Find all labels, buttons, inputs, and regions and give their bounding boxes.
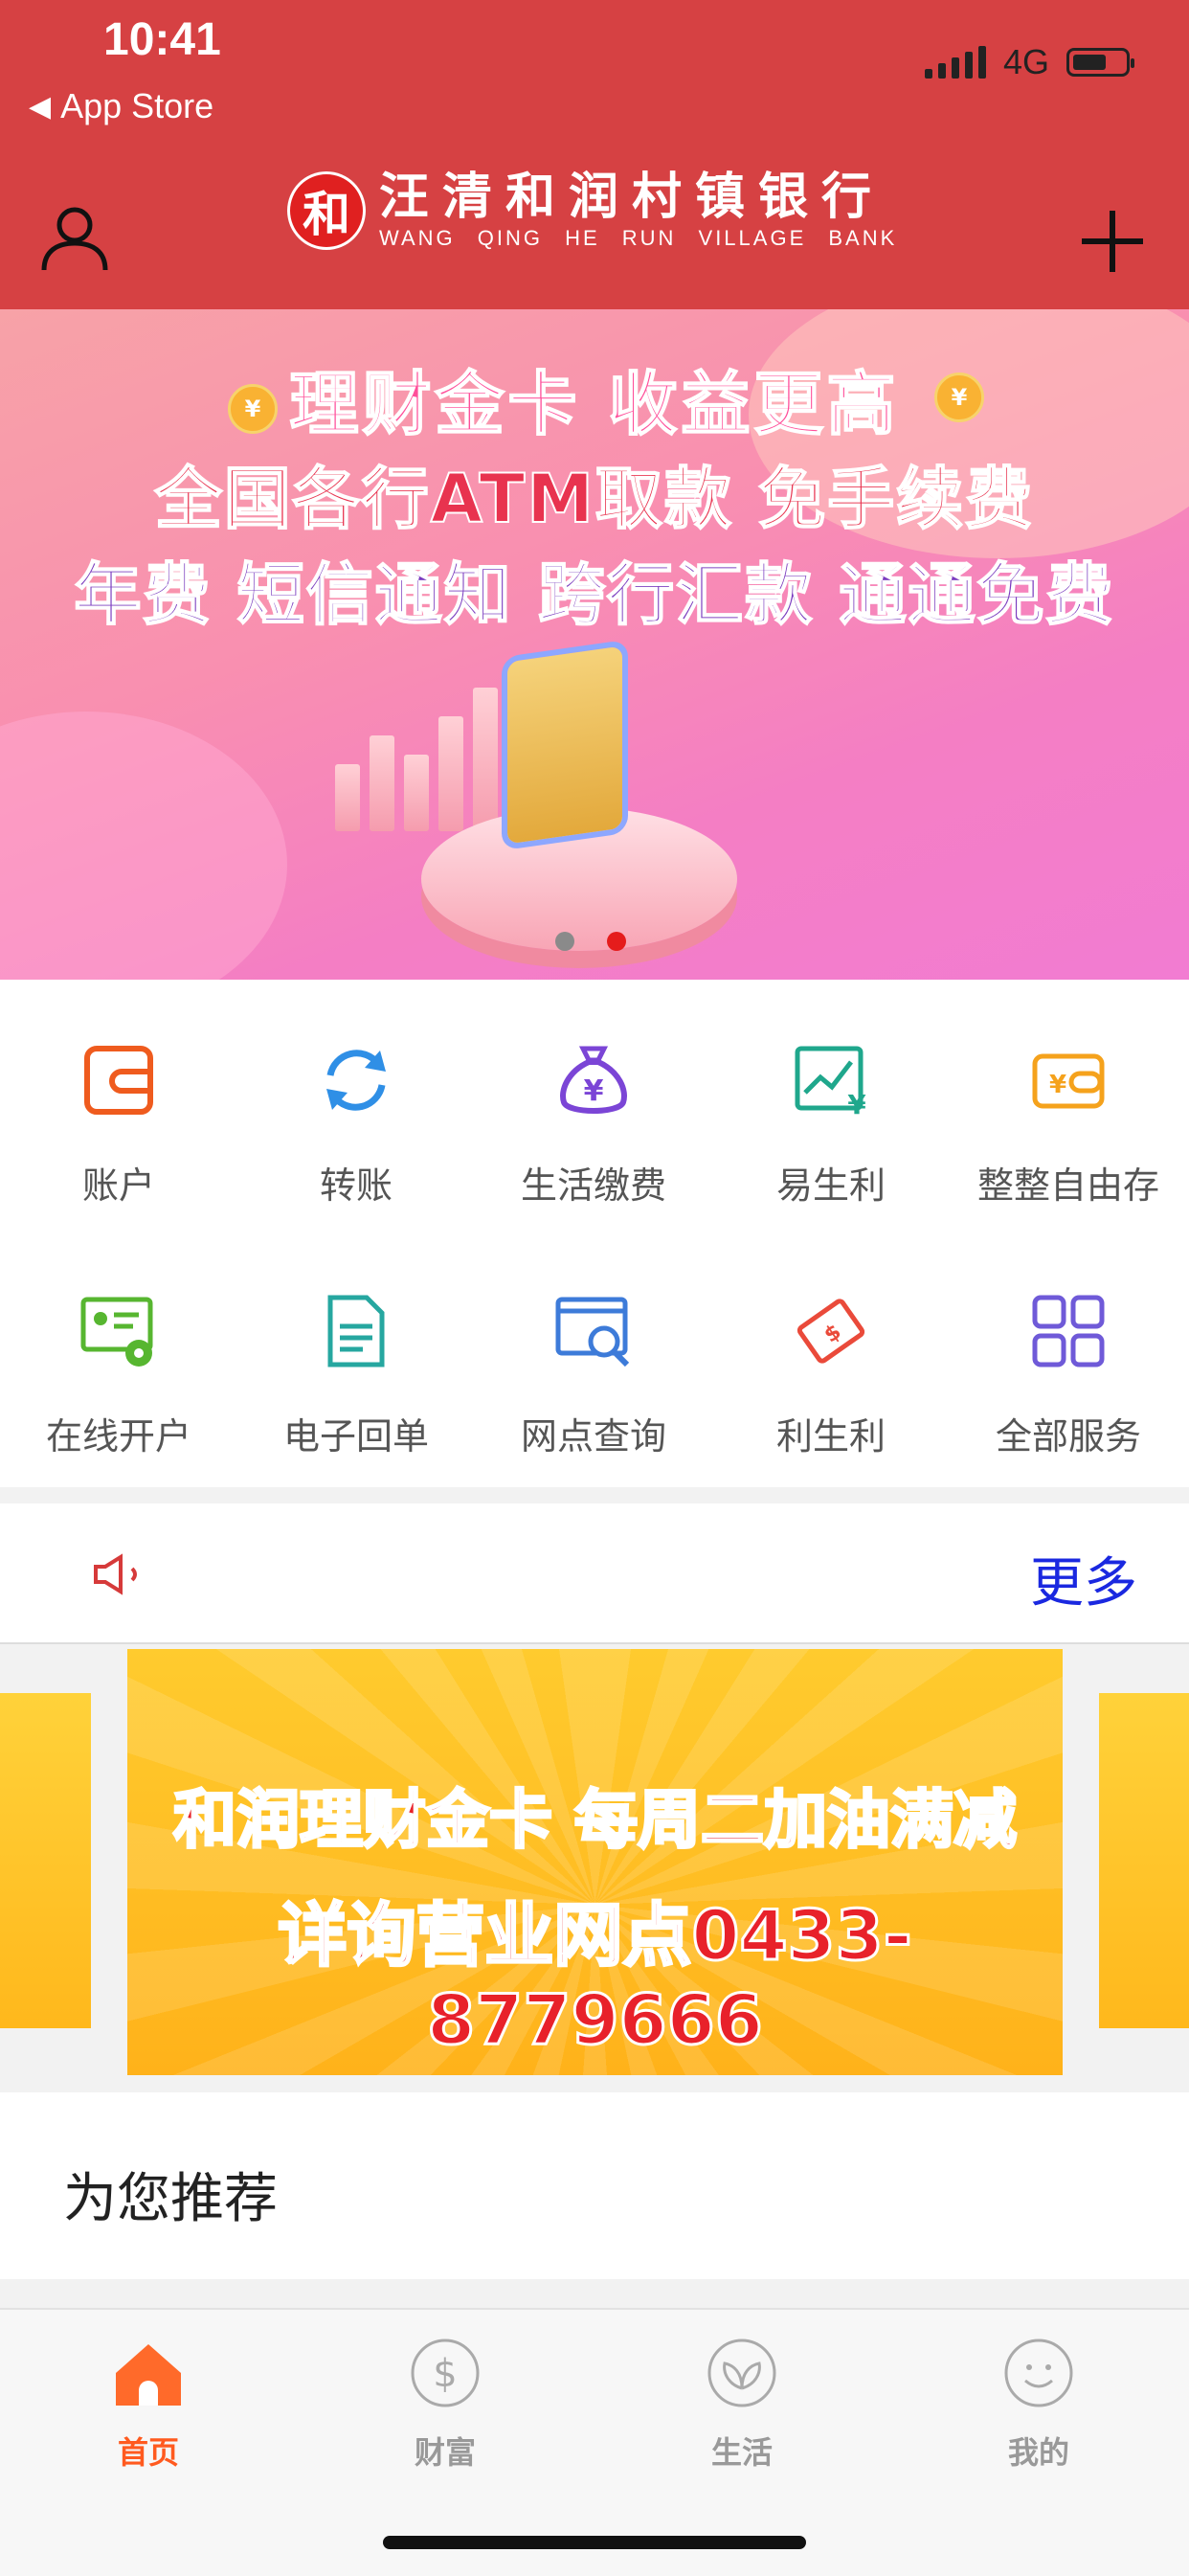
signal-icon xyxy=(924,46,986,79)
promo-line-1: 和润理财金卡 每周二加油满减 xyxy=(172,1782,1019,1859)
user-profile-icon[interactable] xyxy=(38,201,111,274)
wallet-icon xyxy=(84,1046,153,1115)
promo-banner-carousel[interactable]: 理财金卡 收益更高 全国各行ATM取款 免手续费 年费 短信通知 跨行汇款 通通… xyxy=(0,309,1189,980)
status-time: 10:41 xyxy=(103,14,221,65)
tab-label: 财富 xyxy=(414,2434,476,2471)
banner-line-1: 理财金卡 收益更高 xyxy=(288,363,900,445)
account-certificate-icon xyxy=(80,1297,153,1367)
home-icon xyxy=(116,2344,181,2406)
coin-icon: ¥ xyxy=(934,373,984,422)
svg-text:¥: ¥ xyxy=(584,1074,604,1108)
app-header: 10:41 ◀ App Store 4G 和 汪清和润村镇银行 WANG QIN… xyxy=(0,0,1189,309)
next-promo-slide[interactable] xyxy=(1099,1693,1189,2028)
bank-name-cn: 汪清和润村镇银行 xyxy=(379,169,886,226)
recommend-title: 为您推荐 xyxy=(63,2168,278,2230)
notice-bar: 更多 xyxy=(0,1503,1189,1644)
chart-growth-icon: ¥ xyxy=(795,1046,866,1120)
tab-mine[interactable]: 我的 xyxy=(943,2335,1134,2473)
tab-home[interactable]: 首页 xyxy=(53,2335,244,2473)
service-all-services[interactable]: 全部服务 xyxy=(950,1288,1187,1459)
tab-life[interactable]: 生活 xyxy=(646,2335,838,2473)
add-plus-icon[interactable] xyxy=(1078,207,1147,276)
leaf-icon xyxy=(707,2339,776,2407)
illustration-bar-chart xyxy=(335,688,498,831)
service-branch-query[interactable]: 网点查询 xyxy=(475,1288,712,1459)
money-note-icon: $ xyxy=(796,1299,865,1364)
svg-text:¥: ¥ xyxy=(847,1089,866,1120)
service-online-account-opening[interactable]: 在线开户 xyxy=(0,1288,237,1459)
illustration-gold-card xyxy=(507,645,622,845)
service-label: 整整自由存 xyxy=(976,1164,1159,1207)
tab-label: 我的 xyxy=(1007,2434,1069,2471)
banner-pagination xyxy=(555,932,626,951)
promo-line-2: 详询营业网点0433-8779666 xyxy=(277,1894,913,2062)
service-lishengli[interactable]: $ 利生利 xyxy=(712,1288,950,1459)
service-e-receipt[interactable]: 电子回单 xyxy=(237,1288,475,1459)
smiley-icon xyxy=(1004,2339,1073,2407)
document-icon xyxy=(327,1295,385,1367)
service-yishengli[interactable]: ¥ 易生利 xyxy=(712,1037,950,1209)
bank-brand: 和 汪清和润村镇银行 WANG QING HE RUN VILLAGE BANK xyxy=(287,170,897,251)
dollar-coin-icon: $ xyxy=(411,2339,480,2407)
back-app-label: App Store xyxy=(60,86,214,125)
network-type: 4G xyxy=(1002,42,1049,81)
bank-name-en: WANG QING HE RUN VILLAGE BANK xyxy=(379,226,898,250)
svg-text:¥: ¥ xyxy=(1049,1071,1066,1099)
service-label: 在线开户 xyxy=(45,1415,191,1457)
branch-search-icon xyxy=(555,1297,630,1367)
service-label: 转账 xyxy=(319,1164,393,1207)
service-grid: 账户 转账 ¥ 生活缴费 ¥ 易生利 ¥ 整整自由存 在线开户 电子回单 网点查… xyxy=(0,980,1189,1487)
pagination-dot[interactable] xyxy=(555,932,574,951)
banner-line-3: 年费 短信通知 跨行汇款 通通免费 xyxy=(73,554,1115,635)
service-label: 网点查询 xyxy=(520,1415,666,1457)
service-transfer[interactable]: 转账 xyxy=(237,1037,475,1209)
status-indicators: 4G xyxy=(924,42,1134,82)
svg-text:$: $ xyxy=(433,2352,457,2396)
service-free-deposit[interactable]: ¥ 整整自由存 xyxy=(950,1037,1187,1209)
pagination-dot-active[interactable] xyxy=(607,932,626,951)
money-bag-icon: ¥ xyxy=(560,1046,627,1114)
previous-promo-slide[interactable] xyxy=(0,1693,91,2028)
promo-slide[interactable]: 和润理财金卡 每周二加油满减 详询营业网点0433-8779666 xyxy=(127,1649,1063,2075)
service-bill-payment[interactable]: ¥ 生活缴费 xyxy=(475,1037,712,1209)
recommend-section: 为您推荐 xyxy=(0,2092,1189,2279)
service-label: 账户 xyxy=(81,1164,155,1207)
service-label: 电子回单 xyxy=(282,1415,429,1457)
deposit-card-icon: ¥ xyxy=(1032,1053,1105,1109)
bank-logo: 和 xyxy=(287,171,366,250)
battery-icon xyxy=(1066,48,1134,77)
tab-label: 首页 xyxy=(117,2434,179,2471)
speaker-announcement-icon xyxy=(94,1553,137,1595)
tab-label: 生活 xyxy=(710,2434,773,2471)
svg-text:$: $ xyxy=(820,1320,846,1347)
service-account[interactable]: 账户 xyxy=(0,1037,237,1209)
coin-icon: ¥ xyxy=(228,384,278,434)
more-link[interactable]: 更多 xyxy=(1030,1540,1137,1617)
promo-carousel[interactable]: 和润理财金卡 每周二加油满减 详询营业网点0433-8779666 xyxy=(0,1647,1189,2088)
back-to-app-store[interactable]: ◀ App Store xyxy=(29,86,213,126)
home-indicator[interactable] xyxy=(383,2536,806,2549)
service-label: 全部服务 xyxy=(995,1415,1141,1457)
service-label: 利生利 xyxy=(775,1415,886,1457)
service-label: 生活缴费 xyxy=(520,1164,666,1207)
transfer-refresh-icon xyxy=(326,1050,386,1111)
all-services-grid-icon xyxy=(1032,1295,1105,1367)
service-label: 易生利 xyxy=(775,1164,886,1207)
back-arrow-icon: ◀ xyxy=(29,90,52,123)
banner-line-2: 全国各行ATM取款 免手续费 xyxy=(154,459,1035,539)
tab-wealth[interactable]: $ 财富 xyxy=(349,2335,541,2473)
